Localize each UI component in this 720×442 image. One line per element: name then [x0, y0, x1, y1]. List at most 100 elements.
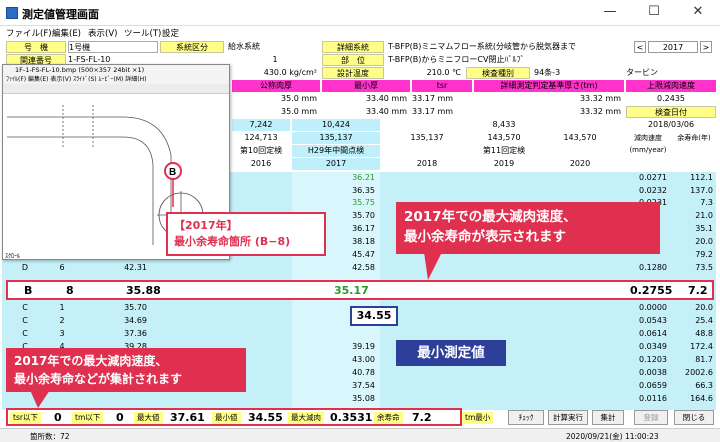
- lrow5-rate: 0.1203: [639, 355, 667, 364]
- hl-rate: 0.2755: [630, 284, 673, 297]
- lrow1-col2: 1: [59, 303, 65, 312]
- row8-life: 73.5: [695, 263, 713, 272]
- kensa-value: 94条-3: [534, 67, 624, 79]
- year-select[interactable]: 2017: [648, 41, 698, 53]
- max-label: 最大値: [134, 412, 163, 424]
- close-form-button[interactable]: 閉じる: [674, 410, 714, 425]
- row1-2017: 36.21: [352, 173, 375, 182]
- total-button[interactable]: 集計: [592, 410, 624, 425]
- tsr-value-1: 33.17 mm: [412, 93, 472, 105]
- row8-col1: D: [21, 263, 29, 272]
- rate-label: 減肉速度(mm/year): [626, 132, 670, 156]
- tm-label: tm以下: [72, 412, 104, 424]
- menu-tools[interactable]: ツール(T): [124, 27, 161, 39]
- image-window-menu: ﾌｧｲﾙ(F) 編集(E) 表示(V) ｽﾗｲﾄﾞ(S) ﾑｰﾋﾞｰ(M) 詳細…: [3, 75, 229, 84]
- lrow7-life: 66.3: [695, 381, 713, 390]
- min-value: 34.55: [248, 411, 283, 424]
- summary-bar: tsr以下 0 tm以下 0 最大値 37.61 最小値 34.55 最大減肉 …: [6, 408, 462, 426]
- hl-col3: 35.88: [126, 284, 161, 297]
- row2-2017: 36.35: [352, 186, 375, 195]
- callout-min-life-line2: 最小余寿命箇所 (B−8): [174, 235, 291, 248]
- row6-life: 20.0: [695, 237, 713, 246]
- check-button[interactable]: ﾁｪｯｸ: [508, 410, 544, 425]
- status-datetime: 2020/09/21(金) 11:00:23: [566, 432, 659, 441]
- menu-bar: ファイル(F) 編集(E) 表示(V) ツール(T) 設定: [0, 26, 720, 40]
- year-2017: 2017: [292, 158, 380, 170]
- koukei-value-2: 35.0 mm: [232, 106, 320, 118]
- max-value: 37.61: [170, 411, 205, 424]
- hours-2016: 7,242: [232, 119, 290, 131]
- callout-min-measured: 最小測定値: [396, 340, 506, 366]
- calc-button[interactable]: 計算実行: [548, 410, 588, 425]
- menu-edit[interactable]: 編集(E): [52, 27, 81, 39]
- tsr-label: tsr以下: [10, 412, 41, 424]
- lrow6-life: 2002.6: [685, 368, 713, 377]
- lrow3-rate: 0.0614: [639, 329, 667, 338]
- row5-life: 35.1: [695, 224, 713, 233]
- row1-life: 112.1: [690, 173, 713, 182]
- scroll-label: ｽｸﾛｰﾙ: [5, 253, 21, 260]
- hl-life: 7.2: [688, 284, 708, 297]
- lrow4-life: 172.4: [690, 342, 713, 351]
- menu-view[interactable]: 表示(V): [88, 27, 117, 39]
- highlight-row[interactable]: B 8 35.88 35.17 0.2755 7.2: [6, 280, 714, 300]
- row7-life: 79.2: [695, 250, 713, 259]
- prev-button[interactable]: <: [634, 41, 646, 53]
- minimize-button[interactable]: —: [588, 0, 632, 26]
- lrow3-col3: 37.36: [124, 329, 147, 338]
- goki-value[interactable]: 1号機: [68, 41, 158, 53]
- tm-count: 0: [116, 411, 124, 424]
- lrow1-col1: C: [22, 303, 28, 312]
- cum-2018: 135,137: [382, 132, 472, 144]
- window-title: 測定値管理画面: [22, 8, 99, 21]
- gensoku-value: 0.2435: [626, 93, 716, 105]
- lrow8-life: 164.6: [690, 394, 713, 403]
- pressure-value: 430.0 kg/cm²: [232, 67, 320, 79]
- saisho-header: 最小厚: [322, 80, 410, 92]
- lrow5-life: 81.7: [695, 355, 713, 364]
- register-button[interactable]: 登録: [634, 410, 668, 425]
- lrow3-col2: 3: [59, 329, 65, 338]
- kijun-header: 詳細測定判定基準厚さ(tm): [474, 80, 624, 92]
- lrow2-col2: 2: [59, 316, 65, 325]
- lrow6-rate: 0.0038: [639, 368, 667, 377]
- row1-rate: 0.0271: [639, 173, 667, 182]
- min-label: 最小値: [212, 412, 241, 424]
- maximize-button[interactable]: ☐: [632, 0, 676, 26]
- lrow4-rate: 0.0349: [639, 342, 667, 351]
- callout-bottom-pointer: [30, 390, 50, 408]
- kensa-label: 検査種別: [466, 67, 530, 79]
- menu-file[interactable]: ファイル(F): [6, 27, 52, 39]
- lrow8-rate: 0.0116: [639, 394, 667, 403]
- keitou-value: 給水系統: [228, 41, 318, 53]
- lrow2-col1: C: [22, 316, 28, 325]
- hours-2019: 8,433: [474, 119, 534, 131]
- menu-settings[interactable]: 設定: [162, 27, 179, 39]
- callout-top: 2017年での最大減肉速度、 最小余寿命が表示されます: [396, 202, 660, 254]
- gensoku-header: 上限減肉速度: [626, 80, 716, 92]
- buii-value: T-BFP(B)からミニフローCV閉止ﾊﾞﾙﾌﾞ: [388, 54, 632, 66]
- callout-top-line2: 最小余寿命が表示されます: [404, 229, 566, 245]
- maxrate-label: 最大減肉: [288, 412, 324, 424]
- next-button[interactable]: >: [700, 41, 712, 53]
- buii-label: 部 位: [322, 54, 384, 66]
- kensa-date-label: 検査日付: [626, 106, 716, 118]
- num-value: 1: [230, 54, 320, 66]
- koukei-header: 公称肉厚: [232, 80, 320, 92]
- round-2017: H29年中間点検: [292, 145, 380, 157]
- callout-bottom: 2017年での最大減肉速度、 最小余寿命などが集計されます: [6, 348, 246, 392]
- row2-life: 137.0: [690, 186, 713, 195]
- shosai-value: T-BFP(B)ミニマムフロー系統(分岐管から脱気器まで: [388, 41, 632, 53]
- lrow1-col3: 35.70: [124, 303, 147, 312]
- close-button[interactable]: ✕: [676, 0, 720, 26]
- row8-col2: 6: [59, 263, 65, 272]
- kijun-value-1: 33.32 mm: [474, 93, 624, 105]
- tsr-header: tsr: [412, 80, 472, 92]
- temp-label: 設計温度: [322, 67, 384, 79]
- title-bar: 測定値管理画面 — ☐ ✕: [0, 0, 720, 26]
- row8-2017: 42.58: [352, 263, 375, 272]
- row4-life: 21.0: [695, 211, 713, 220]
- status-count: 箇所数：72: [30, 432, 70, 441]
- hl-col1: B: [24, 284, 33, 297]
- cum-2020: 143,570: [536, 132, 624, 144]
